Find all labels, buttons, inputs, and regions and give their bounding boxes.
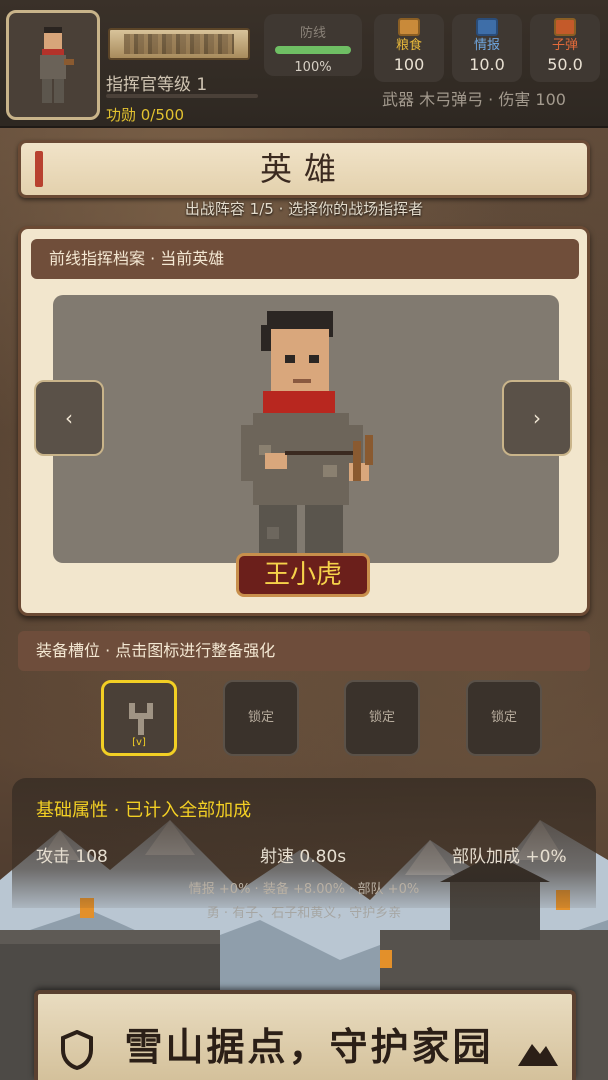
defense-bar <box>275 46 351 54</box>
equipment-slot-4[interactable]: 锁定 <box>466 680 542 756</box>
hero-card-header: 前线指挥档案 · 当前英雄 <box>31 239 579 279</box>
resource-intel[interactable]: 情报 10.0 <box>452 14 522 82</box>
commander-portrait[interactable] <box>6 10 100 120</box>
resource-grain[interactable]: 粮食 100 <box>374 14 444 82</box>
mountain-icon <box>518 1044 558 1066</box>
hero-description: 勇 · 有子、石子和黄义，守护乡亲 <box>206 906 402 921</box>
bonus-breakdown: 情报 +0% · 装备 +8.00% · 部队 +0% <box>188 882 420 897</box>
prev-hero-button[interactable]: ‹ <box>34 380 104 456</box>
hero-stage <box>53 295 559 563</box>
rank-emblem <box>108 28 250 60</box>
commander-rank: 指挥官等级 1 <box>106 75 208 95</box>
stats-title: 基础属性 · 已计入全部加成 <box>36 800 252 821</box>
soldier-avatar-icon <box>40 27 74 103</box>
fire-rate-stat: 射速 0.80s <box>260 847 347 867</box>
lineup-subtitle: 出战阵容 1/5 · 选择你的战场指挥者 <box>184 200 424 218</box>
equipment-header: 装备槽位 · 点击图标进行整备强化 <box>18 631 590 671</box>
weapon-info: 武器 木弓弹弓 · 伤害 100 <box>382 90 566 109</box>
next-hero-button[interactable]: › <box>502 380 572 456</box>
title-accent <box>35 151 43 187</box>
xp-bar <box>106 94 258 98</box>
defense-value: 100% <box>294 60 332 75</box>
attack-stat: 攻击 108 <box>36 847 108 867</box>
team-bonus-stat: 部队加成 +0% <box>452 847 567 867</box>
stats-panel: 基础属性 · 已计入全部加成 攻击 108 射速 0.80s 部队加成 +0% … <box>12 778 596 921</box>
defense-meter: 防线 100% <box>264 14 362 76</box>
page-title: 英雄 <box>259 150 348 188</box>
slot-level: [v] <box>132 737 146 748</box>
slingshot-icon <box>129 703 153 735</box>
hero-name: 王小虎 <box>236 553 370 597</box>
equipment-slot-2[interactable]: 锁定 <box>223 680 299 756</box>
slogan-text: 雪山据点，守护家园 <box>124 1025 494 1069</box>
resource-bullet[interactable]: 子弹 50.0 <box>530 14 600 82</box>
equipment-slot-3[interactable]: 锁定 <box>344 680 420 756</box>
hero-sprite <box>241 311 373 563</box>
page-title-bar: 英雄 <box>18 140 590 198</box>
top-hud: 指挥官等级 1 功勋 0/500 防线 100% 粮食 100 情报 10.0 … <box>0 0 608 128</box>
merit-counter: 功勋 0/500 <box>106 106 184 124</box>
slogan-banner: 雪山据点，守护家园 <box>34 990 576 1080</box>
equipment-slot-1[interactable]: [v] <box>101 680 177 756</box>
defense-label: 防线 <box>299 26 326 41</box>
